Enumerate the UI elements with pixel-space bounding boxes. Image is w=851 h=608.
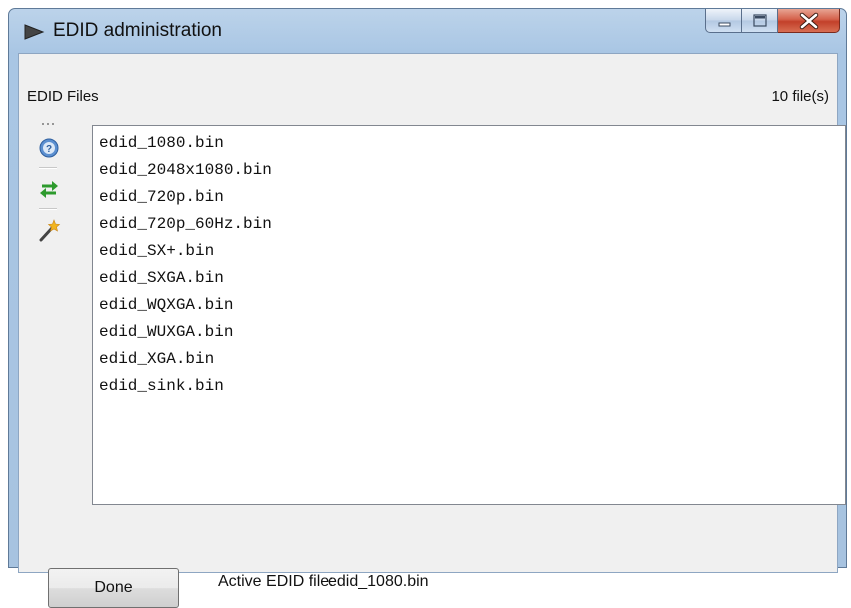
maximize-button[interactable] [742,9,778,33]
list-item[interactable]: edid_2048x1080.bin [99,157,845,184]
close-icon [799,12,819,30]
list-item[interactable]: edid_XGA.bin [99,346,845,373]
title-bar[interactable]: EDID administration [9,9,846,53]
list-item[interactable]: edid_SXGA.bin [99,265,845,292]
window-title: EDID administration [53,20,222,41]
svg-text:?: ? [46,144,52,155]
edid-file-list[interactable]: edid_1080.bin edid_2048x1080.bin edid_72… [92,125,846,505]
close-button[interactable] [778,9,840,33]
active-edid-value: edid_1080.bin [328,573,429,590]
help-icon: ? [39,138,59,158]
maximize-icon [753,14,767,27]
done-button[interactable]: Done [48,568,179,608]
edid-admin-window: EDID administration EDID Files 10 file(s… [8,8,847,608]
caption-buttons [705,9,840,35]
file-count: 10 file(s) [771,88,829,105]
magic-wand-icon [39,219,61,242]
refresh-icon [40,181,58,198]
toolbar-separator [39,208,57,210]
toolbar-separator [39,167,57,169]
list-item[interactable]: edid_SX+.bin [99,238,845,265]
help-button[interactable]: ? [37,136,61,160]
refresh-button[interactable] [37,177,61,201]
list-item[interactable]: edid_WUXGA.bin [99,319,845,346]
wizard-button[interactable] [37,218,61,242]
minimize-button[interactable] [705,9,742,33]
list-item[interactable]: edid_1080.bin [99,130,845,157]
list-toolbar: ? [35,122,65,392]
active-edid-label: Active EDID file: [218,573,334,590]
toolbar-grip-icon [42,123,54,125]
list-item[interactable]: edid_WQXGA.bin [99,292,845,319]
client-area: EDID Files 10 file(s) ? edid_1080.bin ed… [18,53,846,608]
file-list-items: edid_1080.bin edid_2048x1080.bin edid_72… [93,126,845,400]
list-item[interactable]: edid_720p_60Hz.bin [99,211,845,238]
play-arrow-icon [24,24,45,40]
list-item[interactable]: edid_720p.bin [99,184,845,211]
edid-files-label: EDID Files [27,88,99,105]
minimize-icon [718,22,731,27]
list-item[interactable]: edid_sink.bin [99,373,845,400]
